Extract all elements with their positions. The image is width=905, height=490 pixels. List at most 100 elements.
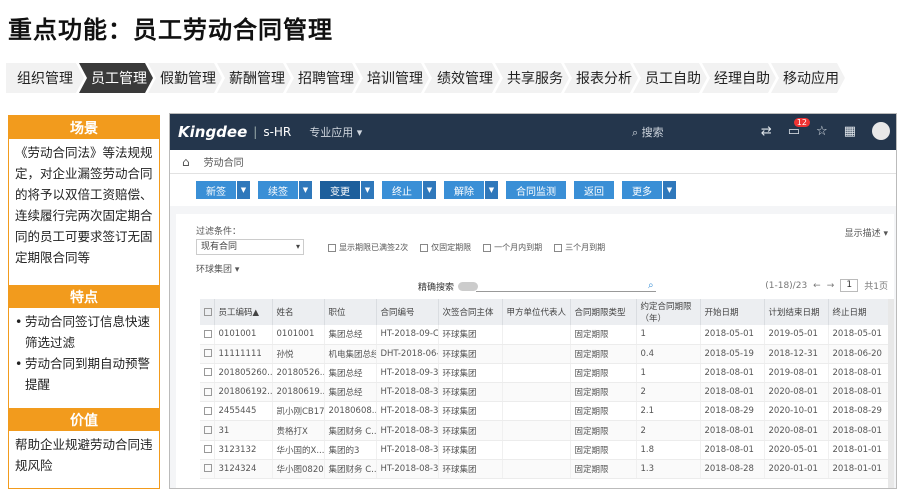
avatar[interactable] bbox=[872, 122, 890, 140]
checkbox[interactable] bbox=[328, 243, 336, 252]
nav-tab[interactable]: 绩效管理 bbox=[424, 63, 500, 93]
column-header[interactable]: 终止日期 bbox=[828, 299, 893, 325]
nav-tab[interactable]: 组织管理 bbox=[6, 63, 84, 93]
row-select-cell[interactable] bbox=[200, 363, 215, 384]
filter-checkbox[interactable]: 一个月内到期 bbox=[483, 242, 542, 253]
column-header[interactable]: 合同期限类型 bbox=[570, 299, 637, 325]
home-icon[interactable]: ⌂ bbox=[182, 155, 190, 169]
table-row[interactable]: 01010010101001集团总经HT-2018-09-C...环球集团固定期… bbox=[200, 325, 893, 345]
nav-tab[interactable]: 员工自助 bbox=[633, 63, 707, 93]
table-cell: HT-2018-08-3... bbox=[376, 459, 439, 480]
toolbar-button[interactable]: 合同监测 bbox=[506, 181, 566, 199]
checkbox[interactable] bbox=[554, 243, 563, 252]
checkbox[interactable] bbox=[204, 368, 212, 377]
table-row[interactable]: 201805260...20180526...集团总经HT-2018-09-3.… bbox=[200, 363, 893, 384]
nav-tab[interactable]: 招聘管理 bbox=[286, 63, 360, 93]
row-select-cell[interactable] bbox=[200, 420, 215, 441]
table-row[interactable]: 3123132华小国的X...集团的3HT-2018-08-3...环球集团 固定… bbox=[200, 440, 893, 460]
nav-tab[interactable]: 移动应用 bbox=[771, 63, 845, 93]
nav-tab[interactable]: 薪酬管理 bbox=[217, 63, 291, 93]
filter-select-value: 现有合同 bbox=[201, 242, 238, 252]
table-cell: 2455445 bbox=[214, 401, 273, 422]
exact-search-toggle[interactable] bbox=[458, 282, 479, 291]
apps-icon[interactable]: ▦ bbox=[844, 124, 856, 139]
checkbox[interactable] bbox=[204, 406, 212, 415]
checkbox[interactable] bbox=[483, 243, 492, 252]
table-cell: 2018-08-29 bbox=[700, 401, 765, 422]
chevron-down-icon[interactable]: ▼ bbox=[361, 181, 374, 199]
toolbar-button[interactable]: 更多 ▼ bbox=[622, 181, 676, 199]
column-header[interactable]: 姓名 bbox=[272, 299, 325, 325]
prev-page-icon[interactable]: ← bbox=[813, 281, 821, 291]
checkbox[interactable] bbox=[204, 329, 212, 338]
chevron-down-icon[interactable]: ▼ bbox=[663, 181, 676, 199]
checkbox[interactable] bbox=[204, 307, 212, 316]
nav-tab[interactable]: 员工管理 bbox=[79, 63, 153, 93]
transfer-icon[interactable]: ⇄ bbox=[761, 124, 772, 139]
column-header[interactable]: 职位 bbox=[324, 299, 377, 325]
page-input[interactable]: 1 bbox=[840, 279, 859, 292]
global-search[interactable]: ⌕ 搜索 bbox=[632, 124, 664, 140]
table-row[interactable]: 2455445凯小刚CB1720180608...HT-2018-08-3...… bbox=[200, 401, 893, 422]
table-cell: 20180608... bbox=[324, 401, 377, 422]
column-header[interactable]: 员工编码▲ bbox=[214, 299, 273, 325]
chevron-down-icon[interactable]: ▼ bbox=[299, 181, 312, 199]
chevron-down-icon[interactable]: ▼ bbox=[237, 181, 250, 199]
toolbar-button[interactable]: 续签 ▼ bbox=[258, 181, 312, 199]
show-description-toggle[interactable]: 显示描述 ▾ bbox=[845, 226, 888, 239]
table-row[interactable]: 11111111孙悦机电集团总经理DHT-2018-06-...环球集团 固定期限… bbox=[200, 344, 893, 364]
nav-tab[interactable]: 共享服务 bbox=[495, 63, 569, 93]
breadcrumb-current[interactable]: 劳动合同 bbox=[204, 154, 244, 169]
nav-tab[interactable]: 报表分析 bbox=[564, 63, 638, 93]
toolbar-button[interactable]: 返回 bbox=[574, 181, 614, 199]
checkbox[interactable] bbox=[204, 349, 212, 358]
column-header[interactable]: 约定合同期限（年） bbox=[636, 299, 701, 325]
row-select-cell[interactable] bbox=[200, 440, 215, 460]
table-row[interactable]: 31贵格打X集团财务 C...HT-2018-08-3...环球集团固定期限22… bbox=[200, 420, 893, 441]
row-select-cell[interactable] bbox=[200, 325, 215, 345]
checkbox[interactable] bbox=[204, 426, 212, 435]
nav-tab[interactable]: 经理自助 bbox=[702, 63, 776, 93]
chevron-down-icon[interactable]: ▼ bbox=[485, 181, 498, 199]
row-select-cell[interactable] bbox=[200, 459, 215, 480]
next-page-icon[interactable]: → bbox=[827, 281, 835, 291]
column-header[interactable]: 合同编号 bbox=[376, 299, 439, 325]
message-icon[interactable]: ▭ 12 bbox=[788, 117, 810, 139]
table-cell: 环球集团 bbox=[438, 401, 503, 422]
table-cell: 2020-08-01 bbox=[764, 420, 829, 441]
table-scrollbar[interactable] bbox=[888, 299, 894, 488]
org-scope[interactable]: 环球集团 ▾ bbox=[196, 262, 239, 275]
toolbar-button[interactable]: 新签 ▼ bbox=[196, 181, 250, 199]
checkbox[interactable] bbox=[204, 387, 212, 396]
filter-checkbox[interactable]: 显示期限已满签2次 bbox=[328, 242, 408, 253]
favorite-icon[interactable]: ☆ bbox=[816, 124, 828, 139]
chevron-down-icon[interactable]: ▼ bbox=[423, 181, 436, 199]
checkbox[interactable] bbox=[420, 243, 429, 252]
list-search-input[interactable] bbox=[476, 291, 656, 292]
checkbox[interactable] bbox=[204, 445, 212, 454]
toolbar-button[interactable]: 解除 ▼ bbox=[444, 181, 498, 199]
table-row[interactable]: 201806192...20180619...集团总经HT-2018-08-3.… bbox=[200, 382, 893, 403]
table-row[interactable]: 3124324华小图0820集团财务 C...HT-2018-08-3...环球… bbox=[200, 459, 893, 480]
row-select-cell[interactable] bbox=[200, 401, 215, 422]
row-select-cell[interactable] bbox=[200, 344, 215, 364]
app-menu[interactable]: 专业应用 ▾ bbox=[309, 124, 362, 140]
table-cell: 2018-06-20 bbox=[828, 344, 893, 364]
column-header[interactable]: 开始日期 bbox=[700, 299, 765, 325]
checkbox[interactable] bbox=[204, 464, 212, 473]
table-cell bbox=[502, 440, 571, 460]
search-icon[interactable]: ⌕ bbox=[648, 280, 654, 291]
row-select-cell[interactable] bbox=[200, 382, 215, 403]
nav-tab[interactable]: 培训管理 bbox=[355, 63, 429, 93]
toolbar-button[interactable]: 变更 ▼ bbox=[320, 181, 374, 199]
toolbar-button[interactable]: 终止 ▼ bbox=[382, 181, 436, 199]
column-header[interactable]: 计划结束日期 bbox=[764, 299, 829, 325]
table-cell: 1.8 bbox=[636, 440, 701, 460]
filter-checkbox[interactable]: 仅固定期限 bbox=[420, 242, 471, 253]
select-all-cell[interactable] bbox=[200, 299, 215, 325]
column-header[interactable]: 甲方单位代表人 bbox=[502, 299, 571, 325]
filter-checkbox[interactable]: 三个月到期 bbox=[554, 242, 605, 253]
column-header[interactable]: 次签合同主体 bbox=[438, 299, 503, 325]
filter-select[interactable]: 现有合同 ▾ bbox=[196, 239, 304, 255]
nav-tab[interactable]: 假勤管理 bbox=[148, 63, 222, 93]
